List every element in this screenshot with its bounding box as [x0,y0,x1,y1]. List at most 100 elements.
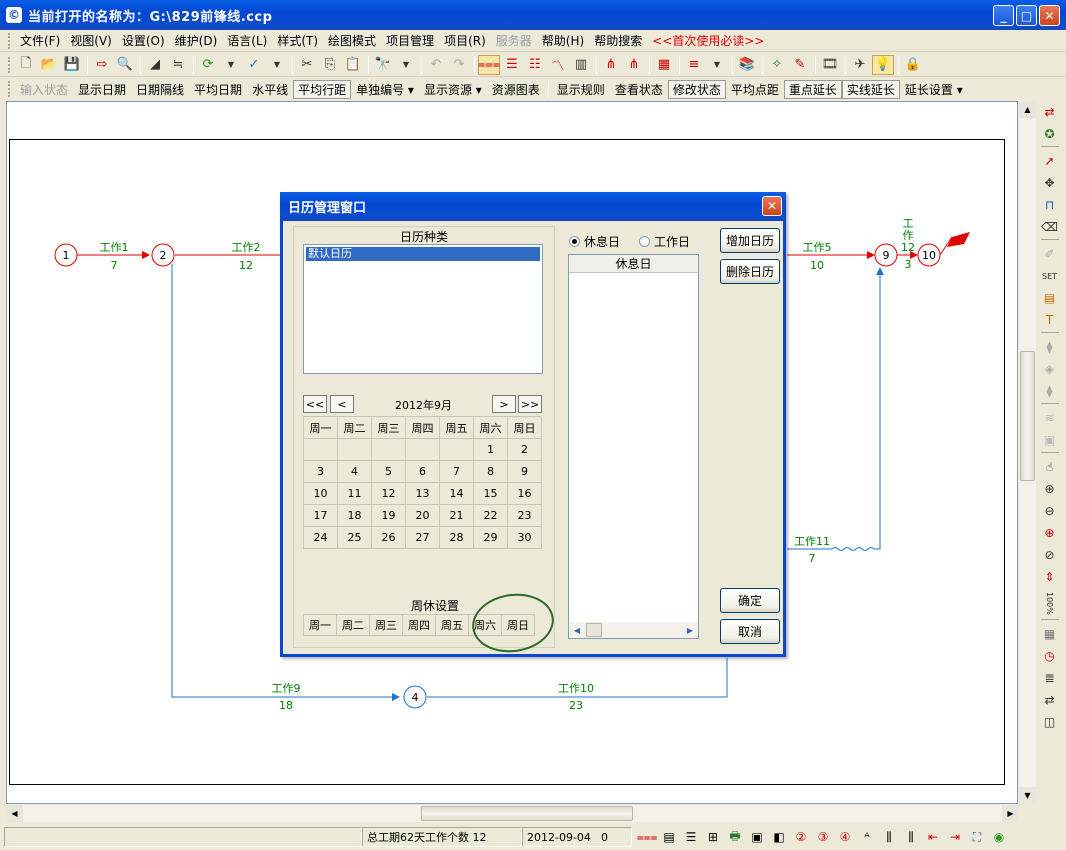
swap-icon[interactable]: ⇄ [1040,690,1060,710]
edit-doc-icon[interactable]: ✎ [789,55,811,75]
calendar-day[interactable]: 18 [338,505,372,527]
week-rest-monday[interactable]: 周一 [303,614,337,636]
radio-work-dot[interactable] [639,236,650,247]
sb-align-v-icon[interactable]: ⫼ [900,827,922,847]
radio-work-day[interactable]: 工作日 [639,233,690,250]
zoom-height-icon[interactable]: ⇕ [1040,567,1060,587]
link-tool-icon-2[interactable]: ⋔ [623,55,645,75]
sb-globe-icon[interactable]: ◉ [988,827,1010,847]
show-resource-dropdown[interactable]: 显示资源 ▾ [419,80,487,99]
next-month-button[interactable]: > [492,395,516,413]
calendar-day[interactable]: 28 [440,527,474,549]
modify-status-button[interactable]: 修改状态 [667,79,726,99]
sb-move-right-icon[interactable]: ⇥ [944,827,966,847]
plane-icon[interactable]: ✈ [849,55,871,75]
calendar-type-item[interactable]: 默认日历 [306,247,540,261]
calendar-day[interactable]: 4 [338,461,372,483]
calendar-day[interactable]: 5 [372,461,406,483]
menu-settings[interactable]: 设置(O) [117,32,170,49]
sb-fit-icon[interactable]: ⛶ [966,827,988,847]
calendar-type-list[interactable]: 默认日历 [303,244,543,374]
lightbulb-icon[interactable]: 💡 [872,54,894,75]
arrow-work11[interactable] [787,267,884,551]
sb-split-icon[interactable]: ◧ [768,827,790,847]
week-rest-friday[interactable]: 周五 [435,614,469,636]
menu-style[interactable]: 样式(T) [272,32,323,49]
menu-help-search[interactable]: 帮助搜索 [589,32,647,49]
network-view-icon[interactable]: ⩶ [478,54,500,75]
calendar-day[interactable]: 1 [474,439,508,461]
solid-extend-button[interactable]: 实线延长 [841,79,900,99]
close-button[interactable]: ✕ [1039,5,1060,26]
calendar-day[interactable]: 22 [474,505,508,527]
calendar-day[interactable]: 3 [304,461,338,483]
view-status-button[interactable]: 查看状态 [610,80,668,99]
calendar-day[interactable]: 17 [304,505,338,527]
average-point-spacing-button[interactable]: 平均点距 [726,80,784,99]
calendar-day[interactable]: 29 [474,527,508,549]
week-rest-wednesday[interactable]: 周三 [369,614,403,636]
sb-text-size-icon[interactable]: ᴬ [856,827,878,847]
print-preview-icon[interactable]: 🔍 [114,55,136,75]
zoom-window-icon[interactable]: ⊘ [1040,545,1060,565]
scroll-left-icon[interactable]: ◀ [6,805,23,822]
delete-calendar-button[interactable]: 删除日历 [720,259,780,284]
pan-hand-icon[interactable]: ☝ [1040,457,1060,477]
dropdown-arrow-icon-3[interactable]: ▼ [395,55,417,75]
paste-icon[interactable]: 📋 [342,55,364,75]
move-icon[interactable]: ✥ [1040,173,1060,193]
books-icon[interactable]: 📚 [736,55,758,75]
zoom-fit-icon[interactable]: ⊕ [1040,523,1060,543]
calendar-day[interactable]: 24 [304,527,338,549]
vertical-scroll-thumb[interactable] [1020,351,1035,481]
sb-move-left-icon[interactable]: ⇤ [922,827,944,847]
horizontal-scroll-thumb[interactable] [421,806,633,821]
holiday-list[interactable]: 休息日 ◀ ▶ [568,254,699,639]
add-work-icon[interactable]: ⇄ [1040,102,1060,122]
ok-button[interactable]: 确定 [720,588,780,613]
triangle-tool-icon[interactable]: ◢ [144,55,166,75]
gantt-view-icon[interactable]: ☰ [501,55,523,75]
radio-rest-dot[interactable] [569,236,580,247]
sb-level2-icon[interactable]: ② [790,827,812,847]
holiday-scroll-right-icon[interactable]: ▶ [682,622,698,638]
prev-year-button[interactable]: << [303,395,327,413]
sb-align-h-icon[interactable]: ⫼ [878,827,900,847]
calendar-day[interactable]: 23 [508,505,542,527]
calendar-day[interactable]: 19 [372,505,406,527]
list-view-icon[interactable]: ☷ [524,55,546,75]
menu-server[interactable]: 服务器 [491,32,537,49]
sb-list-icon[interactable]: ☰ [680,827,702,847]
prev-month-button[interactable]: < [330,395,354,413]
calendar-day[interactable]: 16 [508,483,542,505]
input-status-button[interactable]: 输入状态 [15,80,73,99]
vertical-scrollbar[interactable]: ▲ ▼ [1019,101,1036,804]
radio-rest-day[interactable]: 休息日 [569,233,620,250]
sb-level4-icon[interactable]: ④ [834,827,856,847]
average-date-button[interactable]: 平均日期 [189,80,247,99]
horizontal-line-button[interactable]: 水平线 [247,80,293,99]
select-arrow-icon[interactable]: ➚ [1040,151,1060,171]
calendar-day[interactable]: 30 [508,527,542,549]
node-4[interactable]: 4 [403,685,427,709]
calendar-day[interactable] [304,439,338,461]
menu-language[interactable]: 语言(L) [222,32,272,49]
node-9[interactable]: 9 [874,243,898,267]
calendar-day[interactable]: 11 [338,483,372,505]
check-tool-icon[interactable]: ✓ [243,55,265,75]
calendar-day[interactable]: 6 [406,461,440,483]
connect-icon[interactable]: ⊓ [1040,195,1060,215]
layer-icon[interactable]: ◈ [1040,359,1060,379]
cut-icon[interactable]: ✂ [296,55,318,75]
holiday-scroll-left-icon[interactable]: ◀ [569,622,585,638]
average-row-spacing-button[interactable]: 平均行距 [293,79,352,99]
dropdown-arrow-icon[interactable]: ▼ [220,55,242,75]
calendar-day[interactable]: 20 [406,505,440,527]
text-icon[interactable]: T [1040,310,1060,330]
zoom-in-icon[interactable]: ⊕ [1040,479,1060,499]
calendar-day[interactable] [406,439,440,461]
calendar-day[interactable]: 2 [508,439,542,461]
menu-help[interactable]: 帮助(H) [537,32,589,49]
add-calendar-button[interactable]: 增加日历 [720,228,780,253]
menu-project-manage[interactable]: 项目管理 [381,32,439,49]
